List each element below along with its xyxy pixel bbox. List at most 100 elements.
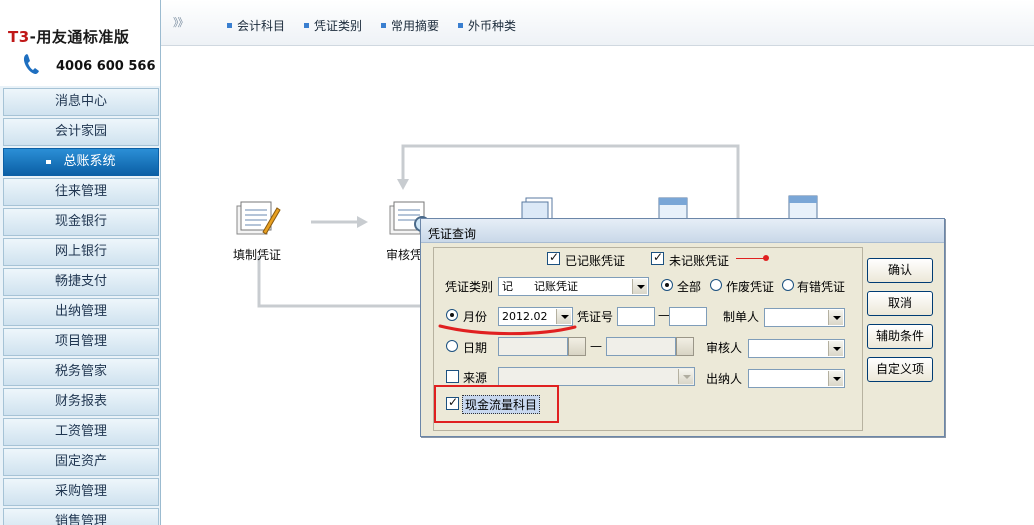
sidebar-item-fixed-assets[interactable]: 固定资产 bbox=[3, 448, 159, 476]
sidebar-item-label: 采购管理 bbox=[54, 484, 107, 499]
sidebar-item-cashier[interactable]: 出纳管理 bbox=[3, 298, 159, 326]
sidebar-item-label: 现金银行 bbox=[54, 214, 107, 229]
fill-voucher-label[interactable]: 填制凭证 bbox=[233, 246, 281, 263]
voucher-type-select[interactable]: 记 记账凭证 bbox=[498, 277, 649, 296]
cancel-button[interactable]: 取消 bbox=[867, 291, 933, 316]
cashier-label: 出纳人 bbox=[706, 372, 743, 386]
cashflow-checkbox[interactable]: ✓ bbox=[446, 395, 459, 410]
date-radio[interactable] bbox=[446, 340, 458, 352]
left-sidebar: T3-用友通标准版 4006 600 566 消息中心 会计家园 总账系统 往来… bbox=[0, 0, 161, 525]
cashflow-label: 现金流量科目 bbox=[462, 395, 541, 414]
maker-label: 制单人 bbox=[723, 310, 760, 324]
sidebar-item-quick-pay[interactable]: 畅捷支付 bbox=[3, 268, 159, 296]
menu-link-currencies[interactable]: 外币种类 bbox=[458, 17, 516, 34]
collapse-chevrons-icon[interactable]: 》》 bbox=[173, 14, 188, 30]
custom-items-button[interactable]: 自定义项 bbox=[867, 357, 933, 382]
date-to-input[interactable] bbox=[606, 337, 676, 356]
calendar-picker-icon[interactable] bbox=[568, 337, 586, 356]
annotation-line bbox=[736, 258, 764, 259]
voucher-type-label: 凭证类别 bbox=[445, 280, 494, 294]
sidebar-item-label: 固定资产 bbox=[54, 454, 107, 469]
menu-link-label: 常用摘要 bbox=[391, 19, 440, 33]
dialog-titlebar[interactable]: 凭证查询 bbox=[421, 219, 944, 243]
sidebar-item-receivables[interactable]: 往来管理 bbox=[3, 178, 159, 206]
sidebar-item-sales[interactable]: 销售管理 bbox=[3, 508, 159, 525]
date-range-dash: — bbox=[590, 339, 602, 353]
sidebar-item-online-bank[interactable]: 网上银行 bbox=[3, 238, 159, 266]
menu-link-voucher-types[interactable]: 凭证类别 bbox=[304, 17, 362, 34]
voucher-query-dialog: 凭证查询 ✓ 已记账凭证 ✓ 未记账凭证 凭证类别 记 记账凭证 全部 作废凭证… bbox=[420, 218, 945, 437]
scope-all-label: 全部 bbox=[677, 280, 702, 294]
posted-label: 已记账凭证 bbox=[565, 254, 626, 268]
sidebar-item-label: 总账系统 bbox=[63, 154, 116, 169]
sidebar-item-label: 畅捷支付 bbox=[54, 274, 107, 289]
month-radio[interactable] bbox=[446, 309, 458, 321]
month-value: 2012.02 bbox=[502, 310, 548, 323]
source-label: 来源 bbox=[463, 371, 488, 385]
voucher-type-value: 记 记账凭证 bbox=[502, 280, 578, 293]
sidebar-item-label: 工资管理 bbox=[54, 424, 107, 439]
menu-link-label: 凭证类别 bbox=[314, 19, 363, 33]
voucher-no-to-input[interactable] bbox=[669, 307, 707, 326]
sidebar-item-payroll[interactable]: 工资管理 bbox=[3, 418, 159, 446]
auditor-select[interactable] bbox=[748, 339, 845, 358]
sidebar-item-label: 网上银行 bbox=[54, 244, 107, 259]
chevron-down-icon[interactable] bbox=[556, 309, 571, 324]
sidebar-item-accounting-home[interactable]: 会计家园 bbox=[3, 118, 159, 146]
calendar-picker-icon[interactable] bbox=[676, 337, 694, 356]
sidebar-item-label: 税务管家 bbox=[54, 364, 107, 379]
sidebar-item-purchasing[interactable]: 采购管理 bbox=[3, 478, 159, 506]
sidebar-item-label: 出纳管理 bbox=[54, 304, 107, 319]
brand-phone: 4006 600 566 bbox=[56, 59, 156, 74]
sidebar-item-label: 会计家园 bbox=[54, 124, 107, 139]
fill-voucher-icon[interactable] bbox=[233, 198, 281, 238]
audit-voucher-label[interactable]: 审核凭 bbox=[386, 246, 422, 263]
source-checkbox[interactable] bbox=[446, 370, 459, 383]
scope-all-radio[interactable] bbox=[661, 279, 673, 291]
chevron-down-icon[interactable] bbox=[632, 279, 647, 294]
posted-checkbox[interactable]: ✓ bbox=[547, 250, 560, 265]
bullet-icon bbox=[227, 23, 232, 28]
chevron-down-icon[interactable] bbox=[828, 310, 843, 325]
dialog-title: 凭证查询 bbox=[428, 227, 477, 241]
check-icon: ✓ bbox=[448, 395, 459, 409]
menu-link-accounts[interactable]: 会计科目 bbox=[227, 17, 285, 34]
voucher-no-from-input[interactable] bbox=[617, 307, 655, 326]
ok-button[interactable]: 确认 bbox=[867, 258, 933, 283]
brand-title: T3-用友通标准版 bbox=[8, 26, 129, 47]
menu-link-common-summaries[interactable]: 常用摘要 bbox=[381, 17, 439, 34]
date-label: 日期 bbox=[463, 341, 488, 355]
sidebar-item-financial-reports[interactable]: 财务报表 bbox=[3, 388, 159, 416]
brand-panel: T3-用友通标准版 4006 600 566 bbox=[0, 0, 160, 86]
unposted-checkbox[interactable]: ✓ bbox=[651, 250, 664, 265]
sidebar-item-label: 销售管理 bbox=[54, 514, 107, 525]
scope-error-radio[interactable] bbox=[782, 279, 794, 291]
cashier-select[interactable] bbox=[748, 369, 845, 388]
sidebar-item-cash-bank[interactable]: 现金银行 bbox=[3, 208, 159, 236]
sidebar-item-label: 消息中心 bbox=[54, 94, 107, 109]
check-icon: ✓ bbox=[549, 250, 560, 264]
source-select[interactable] bbox=[498, 367, 695, 386]
date-from-input[interactable] bbox=[498, 337, 568, 356]
scope-void-radio[interactable] bbox=[710, 279, 722, 291]
chevron-down-icon[interactable] bbox=[828, 371, 843, 386]
menu-link-label: 外币种类 bbox=[468, 19, 517, 33]
radio-dot bbox=[450, 313, 454, 317]
month-select[interactable]: 2012.02 bbox=[498, 307, 573, 326]
sidebar-item-tax[interactable]: 税务管家 bbox=[3, 358, 159, 386]
aux-conditions-button[interactable]: 辅助条件 bbox=[867, 324, 933, 349]
menu-link-label: 会计科目 bbox=[237, 19, 286, 33]
active-bullet-icon bbox=[46, 159, 52, 164]
maker-select[interactable] bbox=[764, 308, 845, 327]
chevron-down-icon[interactable] bbox=[678, 369, 693, 384]
chevron-down-icon[interactable] bbox=[828, 341, 843, 356]
check-icon: ✓ bbox=[653, 250, 664, 264]
bullet-icon bbox=[458, 23, 463, 28]
sidebar-item-general-ledger[interactable]: 总账系统 bbox=[3, 148, 159, 176]
brand-title-prefix: T3 bbox=[8, 28, 30, 46]
sidebar-item-message-center[interactable]: 消息中心 bbox=[3, 88, 159, 116]
bullet-icon bbox=[381, 23, 386, 28]
query-criteria-panel: ✓ 已记账凭证 ✓ 未记账凭证 凭证类别 记 记账凭证 全部 作废凭证 有错凭证… bbox=[433, 247, 863, 431]
sidebar-item-label: 往来管理 bbox=[54, 184, 107, 199]
sidebar-item-projects[interactable]: 项目管理 bbox=[3, 328, 159, 356]
